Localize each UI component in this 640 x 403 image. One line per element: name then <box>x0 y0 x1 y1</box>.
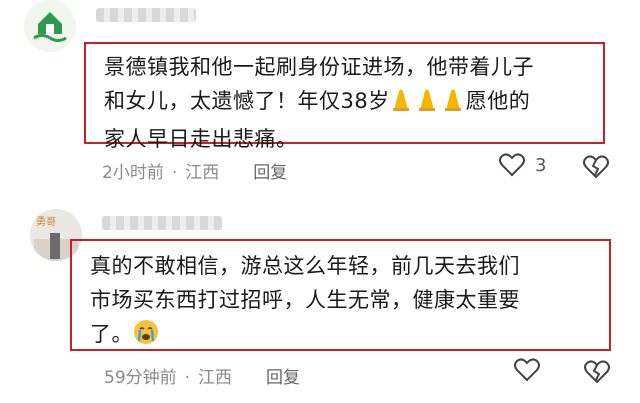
avatar[interactable] <box>24 0 76 52</box>
reply-button[interactable]: 回复 <box>266 368 300 388</box>
comment-location: 江西 <box>198 368 233 388</box>
folded-hands-icon <box>390 88 466 122</box>
comment-meta: 2小时前 · 江西 回复 <box>102 163 288 183</box>
broken-heart-icon <box>584 360 610 384</box>
comment-line-1: 真的不敢相信，游总这么年轻，前几天去我们 <box>90 254 520 278</box>
comment-time: 2小时前 <box>102 163 164 183</box>
comment-line-1: 景德镇我和他一起刷身份证进场，他带着儿子 <box>104 55 534 79</box>
comment-line-3: 家人早日走出悲痛。 <box>104 127 298 151</box>
comment-time: 59分钟前 <box>104 368 177 388</box>
comment-meta: 59分钟前 · 江西 回复 <box>104 368 301 388</box>
heart-icon <box>514 358 540 382</box>
reply-button[interactable]: 回复 <box>253 163 287 183</box>
heart-icon <box>499 153 525 177</box>
dislike-button[interactable] <box>583 155 609 183</box>
comment-text: 景德镇我和他一起刷身份证进场，他带着儿子 和女儿，太遗憾了！年仅38岁 愿他的 家… <box>84 42 605 151</box>
comment-location: 江西 <box>185 163 220 183</box>
comment-text: 真的不敢相信，游总这么年轻，前几天去我们 市场买东西打过招呼，人生无常，健康太重… <box>70 239 611 351</box>
dislike-button[interactable] <box>584 360 610 388</box>
comment-line-2: 和女儿，太遗憾了！年仅38岁 愿他的 <box>104 84 593 122</box>
like-button[interactable]: 3 <box>499 153 546 177</box>
comment-item-2: 勇哥 真的不敢相信，游总这么年轻，前几天去我们 市场买东西打过招呼，人生无常，健… <box>0 195 640 403</box>
house-handshake-logo-icon <box>24 0 76 52</box>
comment-item-1: 景德镇我和他一起刷身份证进场，他带着儿子 和女儿，太遗憾了！年仅38岁 愿他的 家… <box>0 0 640 195</box>
crying-face-icon <box>133 319 159 355</box>
like-count: 3 <box>535 154 547 176</box>
avatar-text: 勇哥 <box>36 217 56 228</box>
comment-line-3: 了。 <box>90 317 599 355</box>
comment-line-2: 市场买东西打过招呼，人生无常，健康太重要 <box>90 288 520 312</box>
broken-heart-icon <box>583 155 609 179</box>
username-blurred[interactable] <box>102 216 222 230</box>
username-blurred[interactable] <box>96 8 196 22</box>
like-button[interactable] <box>514 358 550 382</box>
